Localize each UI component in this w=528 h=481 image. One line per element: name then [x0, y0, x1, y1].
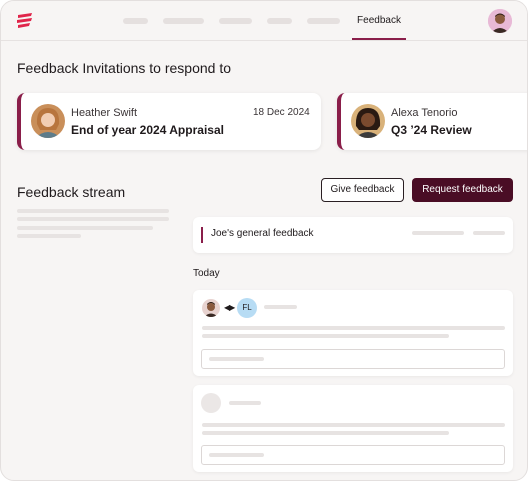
- filter-placeholder[interactable]: [17, 217, 169, 221]
- invitation-title: Q3 ’24 Review: [391, 123, 472, 137]
- input-placeholder: [209, 453, 264, 457]
- filter-placeholder[interactable]: [17, 226, 153, 230]
- invitation-date: 18 Dec 2024: [253, 107, 310, 118]
- give-feedback-button[interactable]: Give feedback: [321, 178, 404, 202]
- invitation-card[interactable]: Alexa Tenorio Q3 ’24 Review: [337, 93, 527, 150]
- brand-stripes-icon[interactable]: [15, 12, 35, 30]
- nav-item-placeholder[interactable]: [163, 18, 204, 24]
- nav-item-placeholder[interactable]: [307, 18, 340, 24]
- invitation-name: Alexa Tenorio: [391, 107, 458, 119]
- meta-placeholder: [473, 231, 505, 235]
- date-group-label: Today: [193, 268, 220, 279]
- invitation-name: Heather Swift: [71, 107, 138, 119]
- feedback-card[interactable]: [193, 385, 513, 472]
- invitations-title: Feedback Invitations to respond to: [17, 60, 232, 76]
- filter-placeholder[interactable]: [17, 209, 169, 213]
- exchange-arrows-icon: ◀▶: [224, 303, 235, 312]
- filter-placeholder[interactable]: [17, 234, 81, 238]
- request-feedback-button[interactable]: Request feedback: [412, 178, 513, 202]
- nav-item-feedback[interactable]: Feedback: [352, 15, 406, 26]
- nav-active-indicator: [352, 38, 406, 40]
- meta-placeholder: [229, 401, 261, 405]
- invitation-card[interactable]: Heather Swift 18 Dec 2024 End of year 20…: [17, 93, 321, 150]
- text-placeholder: [202, 423, 505, 427]
- reply-input[interactable]: [201, 445, 505, 465]
- recipient-avatar: FL: [237, 298, 257, 318]
- invitation-title: End of year 2024 Appraisal: [71, 123, 224, 137]
- text-placeholder: [202, 334, 449, 338]
- avatar: [351, 104, 385, 138]
- text-placeholder: [202, 326, 505, 330]
- meta-placeholder: [412, 231, 464, 235]
- stream-title: Feedback stream: [17, 184, 126, 200]
- input-placeholder: [209, 357, 264, 361]
- avatar: [31, 104, 65, 138]
- app-window: Feedback Feedback Invitations to respond…: [0, 0, 528, 481]
- meta-placeholder: [264, 305, 297, 309]
- avatar: [201, 393, 221, 413]
- top-nav: Feedback: [1, 1, 527, 41]
- text-placeholder: [202, 431, 449, 435]
- nav-item-placeholder[interactable]: [267, 18, 292, 24]
- reply-input[interactable]: [201, 349, 505, 369]
- accent-bar: [201, 227, 203, 243]
- general-feedback-item[interactable]: Joe's general feedback: [193, 217, 513, 253]
- feedback-card[interactable]: ◀▶ FL: [193, 290, 513, 376]
- avatar: [202, 299, 220, 317]
- general-feedback-label: Joe's general feedback: [211, 228, 314, 239]
- user-avatar[interactable]: [488, 9, 512, 33]
- nav-item-placeholder[interactable]: [219, 18, 252, 24]
- nav-item-placeholder[interactable]: [123, 18, 148, 24]
